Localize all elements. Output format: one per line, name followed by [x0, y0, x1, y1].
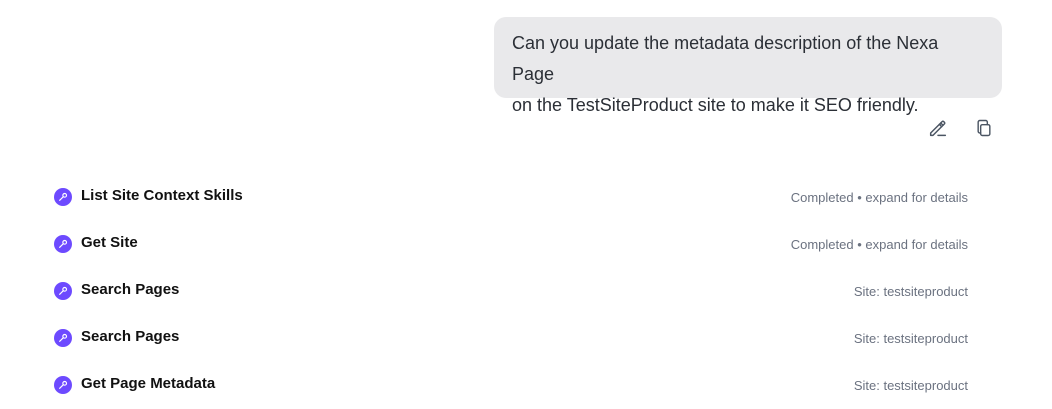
copy-message-button[interactable] — [972, 116, 996, 140]
tool-call-name: Search Pages — [81, 328, 180, 345]
wrench-icon — [54, 329, 72, 347]
pencil-icon — [929, 120, 947, 137]
tool-call-name: Get Site — [81, 234, 138, 251]
tool-call-name: List Site Context Skills — [81, 187, 243, 204]
tool-call-row[interactable]: Get Page Metadata Site: testsiteproduct — [54, 372, 968, 409]
tool-call-status: Completed • expand for details — [790, 190, 968, 205]
tool-call-status: Completed • expand for details — [790, 237, 968, 252]
tool-call-row[interactable]: Search Pages Site: testsiteproduct — [54, 278, 968, 325]
tool-call-row[interactable]: Search Pages Site: testsiteproduct — [54, 325, 968, 372]
tool-call-status: Site: testsiteproduct — [853, 331, 968, 346]
tool-call-list: List Site Context Skills Completed • exp… — [54, 184, 968, 409]
tool-call-name: Get Page Metadata — [81, 375, 216, 392]
wrench-icon — [54, 188, 72, 206]
user-message-line-2: on the TestSiteProduct site to make it S… — [512, 95, 919, 115]
copy-icon — [977, 119, 991, 137]
message-actions — [926, 116, 996, 140]
chat-page: Can you update the metadata description … — [0, 0, 1052, 409]
tool-call-name: Search Pages — [81, 281, 180, 298]
wrench-icon — [54, 282, 72, 300]
user-message-bubble: Can you update the metadata description … — [494, 17, 1002, 115]
user-message-line-1: Can you update the metadata description … — [512, 33, 939, 84]
wrench-icon — [54, 235, 72, 253]
edit-message-button[interactable] — [926, 116, 950, 140]
wrench-icon — [54, 376, 72, 394]
tool-call-row[interactable]: List Site Context Skills Completed • exp… — [54, 184, 968, 231]
tool-call-row[interactable]: Get Site Completed • expand for details — [54, 231, 968, 278]
tool-call-status: Site: testsiteproduct — [853, 284, 968, 299]
tool-call-status: Site: testsiteproduct — [853, 378, 968, 393]
